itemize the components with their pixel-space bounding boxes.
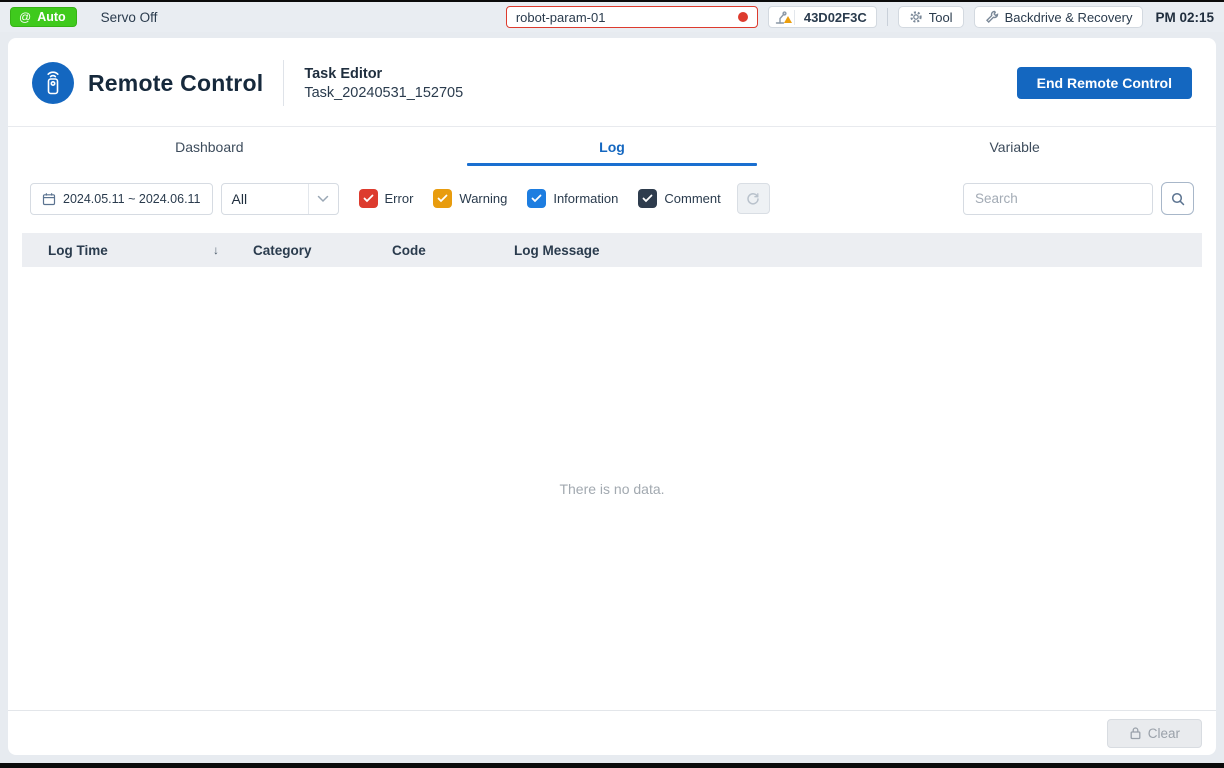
servo-status: Servo Off	[101, 10, 158, 25]
task-info: Task Editor Task_20240531_152705	[304, 66, 463, 101]
checkbox-comment	[638, 189, 657, 208]
category-select[interactable]: All	[221, 183, 339, 215]
tab-log[interactable]: Log	[411, 127, 814, 166]
search-button[interactable]	[1161, 182, 1194, 215]
robot-param-value: robot-param-01	[516, 10, 606, 25]
warning-triangle-icon	[784, 16, 792, 23]
refresh-button[interactable]	[737, 183, 770, 214]
panel-footer: Clear	[8, 710, 1216, 755]
checkbox-information	[527, 189, 546, 208]
robot-id-value: 43D02F3C	[795, 10, 876, 25]
remote-control-panel: Remote Control Task Editor Task_20240531…	[8, 38, 1216, 755]
date-range-value: 2024.05.11 ~ 2024.06.11	[63, 192, 201, 206]
remote-control-icon	[32, 62, 74, 104]
header-divider	[283, 60, 284, 106]
checkbox-error	[359, 189, 378, 208]
app-window: @ Auto Servo Off robot-param-01 43D02F3C…	[0, 0, 1224, 768]
category-select-value: All	[222, 191, 308, 207]
filter-checkbox-comment[interactable]: Comment	[638, 189, 720, 208]
tab-variable[interactable]: Variable	[813, 127, 1216, 166]
check-icon	[642, 194, 653, 203]
clear-button-label: Clear	[1148, 726, 1180, 741]
search-input[interactable]	[963, 183, 1153, 215]
wrench-icon	[985, 10, 999, 24]
column-log-time[interactable]: Log Time ↓	[22, 243, 227, 258]
tool-button[interactable]: Tool	[898, 6, 964, 28]
checkbox-warning	[433, 189, 452, 208]
tool-button-label: Tool	[929, 10, 953, 25]
column-log-message[interactable]: Log Message	[480, 243, 1202, 258]
empty-state-text: There is no data.	[559, 481, 664, 497]
checkbox-error-label: Error	[385, 191, 414, 206]
column-code[interactable]: Code	[392, 243, 480, 258]
checkbox-comment-label: Comment	[664, 191, 720, 206]
robot-param-field[interactable]: robot-param-01	[506, 6, 758, 28]
robot-arm-icon	[769, 10, 795, 25]
alert-dot-icon	[738, 12, 748, 22]
search-icon	[1170, 191, 1186, 207]
page-title: Remote Control	[88, 70, 263, 97]
sort-descending-icon[interactable]: ↓	[213, 243, 219, 257]
mode-badge[interactable]: @ Auto	[10, 7, 77, 27]
end-remote-control-button[interactable]: End Remote Control	[1017, 67, 1192, 99]
check-icon	[437, 194, 448, 203]
calendar-icon	[42, 192, 56, 206]
refresh-icon	[746, 192, 760, 206]
topbar-divider	[887, 8, 888, 26]
filter-checkbox-warning[interactable]: Warning	[433, 189, 507, 208]
chevron-down-icon	[317, 195, 329, 203]
panel-header: Remote Control Task Editor Task_20240531…	[8, 38, 1216, 126]
log-table-header: Log Time ↓ Category Code Log Message	[22, 233, 1202, 267]
check-icon	[363, 194, 374, 203]
task-editor-label: Task Editor	[304, 66, 463, 82]
column-category[interactable]: Category	[227, 243, 392, 258]
task-name: Task_20240531_152705	[304, 85, 463, 101]
tab-bar: Dashboard Log Variable	[8, 126, 1216, 166]
filter-checkbox-error[interactable]: Error	[359, 189, 414, 208]
auto-mode-icon: @	[19, 10, 31, 24]
log-filter-bar: 2024.05.11 ~ 2024.06.11 All Error	[8, 166, 1216, 227]
gear-icon	[909, 10, 923, 24]
backdrive-button-label: Backdrive & Recovery	[1005, 10, 1133, 25]
clear-button[interactable]: Clear	[1107, 719, 1202, 748]
clock: PM 02:15	[1155, 10, 1214, 25]
robot-id-box[interactable]: 43D02F3C	[768, 6, 877, 28]
backdrive-recovery-button[interactable]: Backdrive & Recovery	[974, 6, 1144, 28]
checkbox-information-label: Information	[553, 191, 618, 206]
checkbox-warning-label: Warning	[459, 191, 507, 206]
date-range-picker[interactable]: 2024.05.11 ~ 2024.06.11	[30, 183, 213, 215]
lock-icon	[1129, 726, 1142, 740]
tab-dashboard[interactable]: Dashboard	[8, 127, 411, 166]
mode-badge-label: Auto	[37, 10, 65, 24]
log-table: Log Time ↓ Category Code Log Message The…	[8, 227, 1216, 710]
filter-checkbox-information[interactable]: Information	[527, 189, 618, 208]
system-status-bar: @ Auto Servo Off robot-param-01 43D02F3C…	[0, 2, 1224, 32]
column-log-time-label: Log Time	[48, 243, 108, 258]
check-icon	[531, 194, 542, 203]
log-table-body: There is no data.	[22, 267, 1202, 710]
